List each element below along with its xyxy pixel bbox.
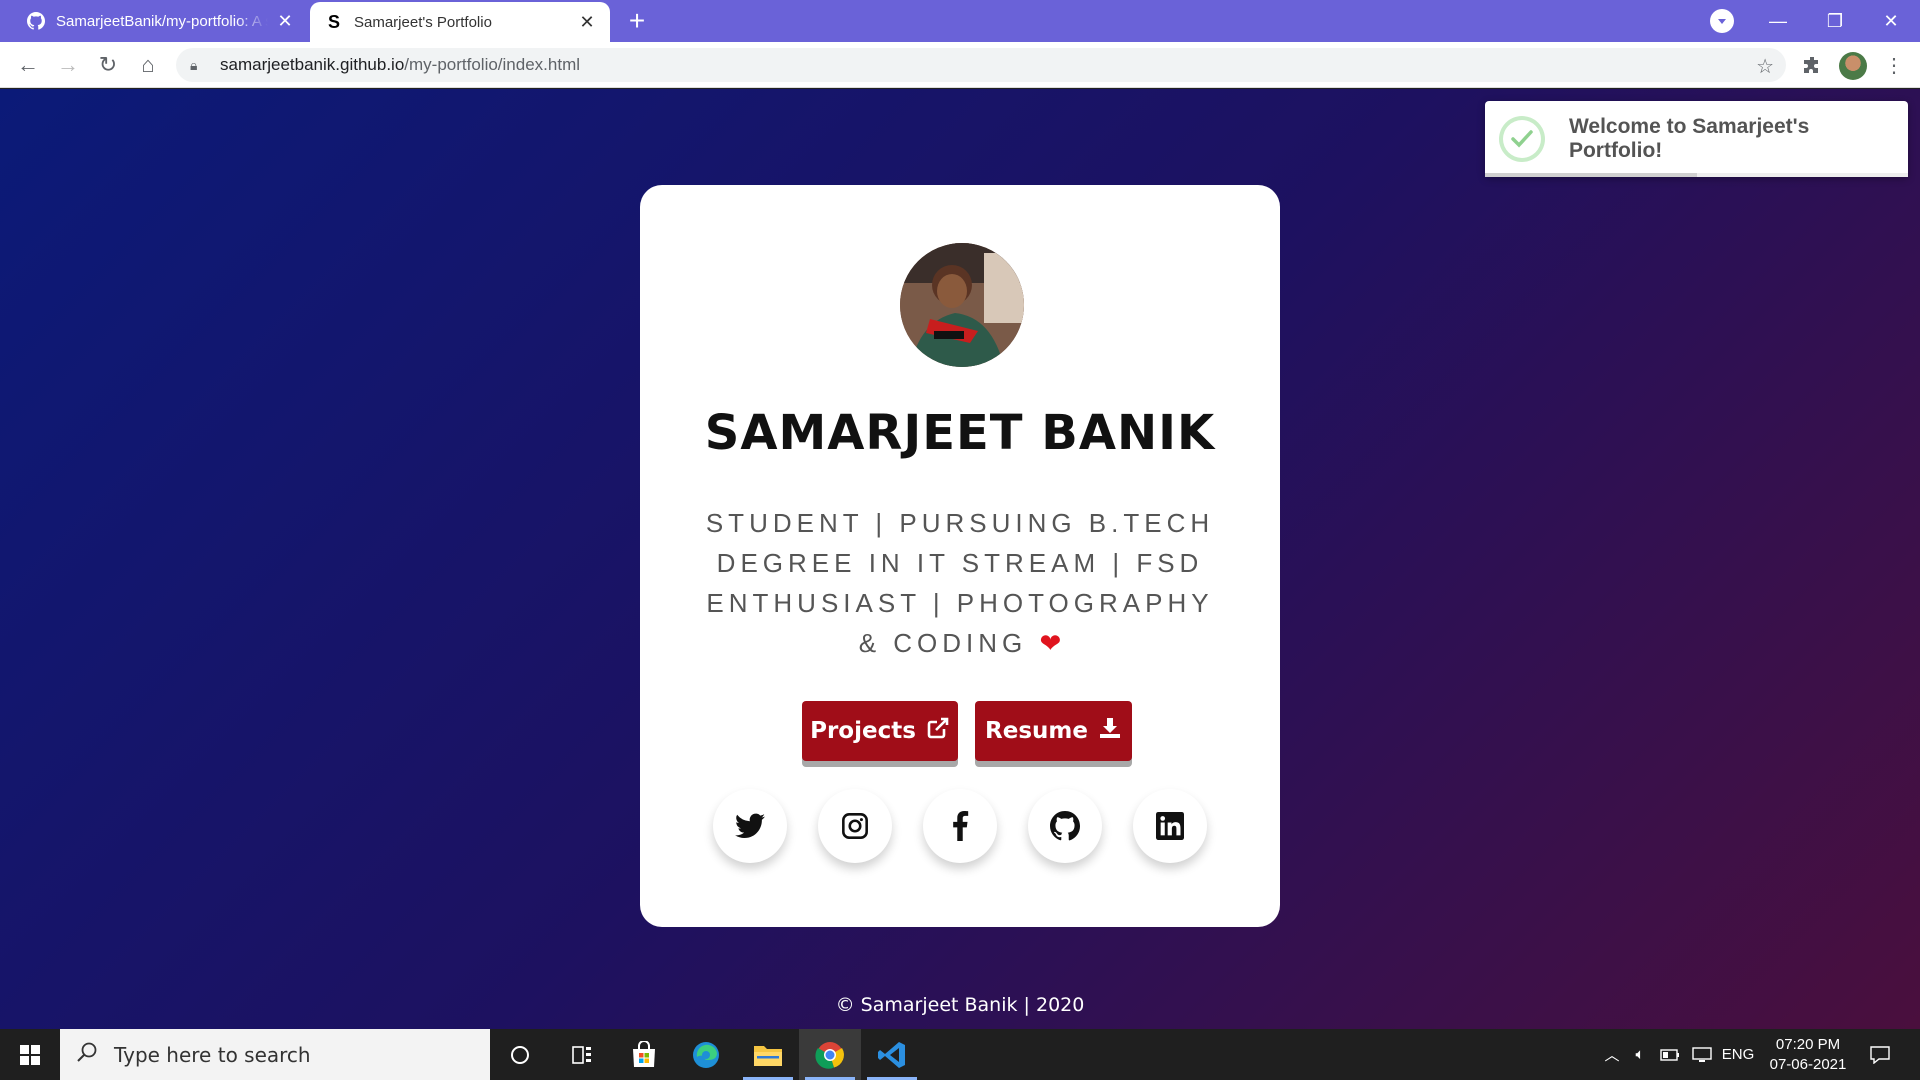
- toast-progress-fill: [1485, 173, 1697, 177]
- external-link-icon: [926, 716, 950, 746]
- store-icon[interactable]: [613, 1029, 675, 1080]
- file-explorer-icon[interactable]: [737, 1029, 799, 1080]
- minimize-button[interactable]: —: [1749, 0, 1807, 42]
- forward-button[interactable]: →: [52, 49, 84, 81]
- download-icon: [1098, 716, 1122, 746]
- windows-taskbar: Type here to search ︿ 🔈︎ ENG 07:20 PM 07…: [0, 1029, 1920, 1080]
- close-icon[interactable]: ✕: [276, 11, 294, 31]
- page-footer: © Samarjeet Banik | 2020: [835, 994, 1085, 1016]
- language-indicator[interactable]: ENG: [1718, 1029, 1758, 1080]
- projects-label: Projects: [810, 718, 916, 744]
- bio-text: STUDENT | PURSUING B.TECH DEGREE IN IT S…: [705, 508, 1215, 658]
- toast-message: Welcome to Samarjeet's Portfolio!: [1568, 115, 1810, 162]
- url-host: samarjeetbanik.github.io: [220, 55, 405, 74]
- task-view-icon[interactable]: [551, 1029, 613, 1080]
- close-icon[interactable]: ✕: [578, 12, 596, 32]
- home-button[interactable]: ⌂: [132, 49, 164, 81]
- restore-button[interactable]: ❐: [1806, 0, 1864, 42]
- tab-title: SamarjeetBanik/my-portfolio: A s: [56, 12, 268, 30]
- welcome-toast[interactable]: Welcome to Samarjeet's Portfolio!: [1485, 101, 1908, 177]
- volume-icon[interactable]: 🔈︎: [1626, 1029, 1654, 1080]
- url-path: /my-portfolio/index.html: [404, 55, 581, 74]
- browser-tabstrip: SamarjeetBanik/my-portfolio: A s ✕ S Sam…: [0, 0, 1920, 42]
- profile-card: SAMARJEET BANIK STUDENT | PURSUING B.TEC…: [640, 185, 1280, 927]
- notifications-icon[interactable]: [1860, 1029, 1900, 1080]
- toast-progress: [1485, 173, 1908, 177]
- tab-portfolio[interactable]: S Samarjeet's Portfolio ✕: [310, 2, 610, 42]
- network-icon[interactable]: [1688, 1029, 1716, 1080]
- heart-icon: ❤: [1039, 628, 1062, 658]
- facebook-icon[interactable]: [923, 789, 997, 863]
- avatar: [900, 243, 1024, 367]
- clock[interactable]: 07:20 PM 07-06-2021: [1758, 1035, 1858, 1075]
- search-placeholder: Type here to search: [114, 1042, 311, 1067]
- profile-name: SAMARJEET BANIK: [704, 405, 1216, 461]
- chrome-icon[interactable]: [799, 1029, 861, 1080]
- close-window-button[interactable]: ✕: [1862, 0, 1920, 42]
- lock-icon: 🔒︎: [190, 56, 198, 73]
- start-button[interactable]: [0, 1029, 60, 1080]
- chevron-up-icon[interactable]: ︿: [1600, 1029, 1624, 1080]
- tab-title: Samarjeet's Portfolio: [354, 13, 492, 31]
- github-icon: [26, 11, 46, 31]
- projects-button[interactable]: Projects: [802, 701, 958, 761]
- clock-time: 07:20 PM: [1775, 1036, 1841, 1053]
- browser-toolbar: ← → ↻ ⌂ 🔒︎ samarjeetbanik.github.io/my-p…: [0, 42, 1920, 88]
- menu-icon[interactable]: ⋮: [1878, 49, 1910, 81]
- taskbar-search[interactable]: Type here to search: [60, 1029, 490, 1080]
- edge-icon[interactable]: [675, 1029, 737, 1080]
- profile-bio: STUDENT | PURSUING B.TECH DEGREE IN IT S…: [700, 503, 1220, 663]
- bookmark-star-icon[interactable]: ☆: [1756, 54, 1774, 79]
- reload-button[interactable]: ↻: [92, 49, 124, 81]
- github-icon[interactable]: [1028, 789, 1102, 863]
- extensions-icon[interactable]: [1796, 49, 1828, 81]
- vscode-icon[interactable]: [861, 1029, 923, 1080]
- address-bar[interactable]: 🔒︎ samarjeetbanik.github.io/my-portfolio…: [176, 48, 1786, 82]
- twitter-icon[interactable]: [713, 789, 787, 863]
- new-tab-button[interactable]: +: [622, 5, 652, 36]
- search-icon: [76, 1041, 98, 1068]
- resume-label: Resume: [985, 718, 1088, 744]
- cortana-icon[interactable]: [489, 1029, 551, 1080]
- instagram-icon[interactable]: [818, 789, 892, 863]
- resume-button[interactable]: Resume: [975, 701, 1132, 761]
- linkedin-icon[interactable]: [1133, 789, 1207, 863]
- checkmark-icon: [1499, 116, 1545, 162]
- tab-favicon: S: [327, 11, 340, 32]
- page-background: SAMARJEET BANIK STUDENT | PURSUING B.TEC…: [0, 89, 1920, 1029]
- download-icon[interactable]: [1710, 9, 1734, 33]
- profile-avatar[interactable]: [1839, 52, 1867, 80]
- back-button[interactable]: ←: [12, 49, 44, 81]
- tab-github[interactable]: SamarjeetBanik/my-portfolio: A s ✕: [12, 0, 308, 42]
- battery-icon[interactable]: [1656, 1029, 1684, 1080]
- clock-date: 07-06-2021: [1769, 1056, 1847, 1073]
